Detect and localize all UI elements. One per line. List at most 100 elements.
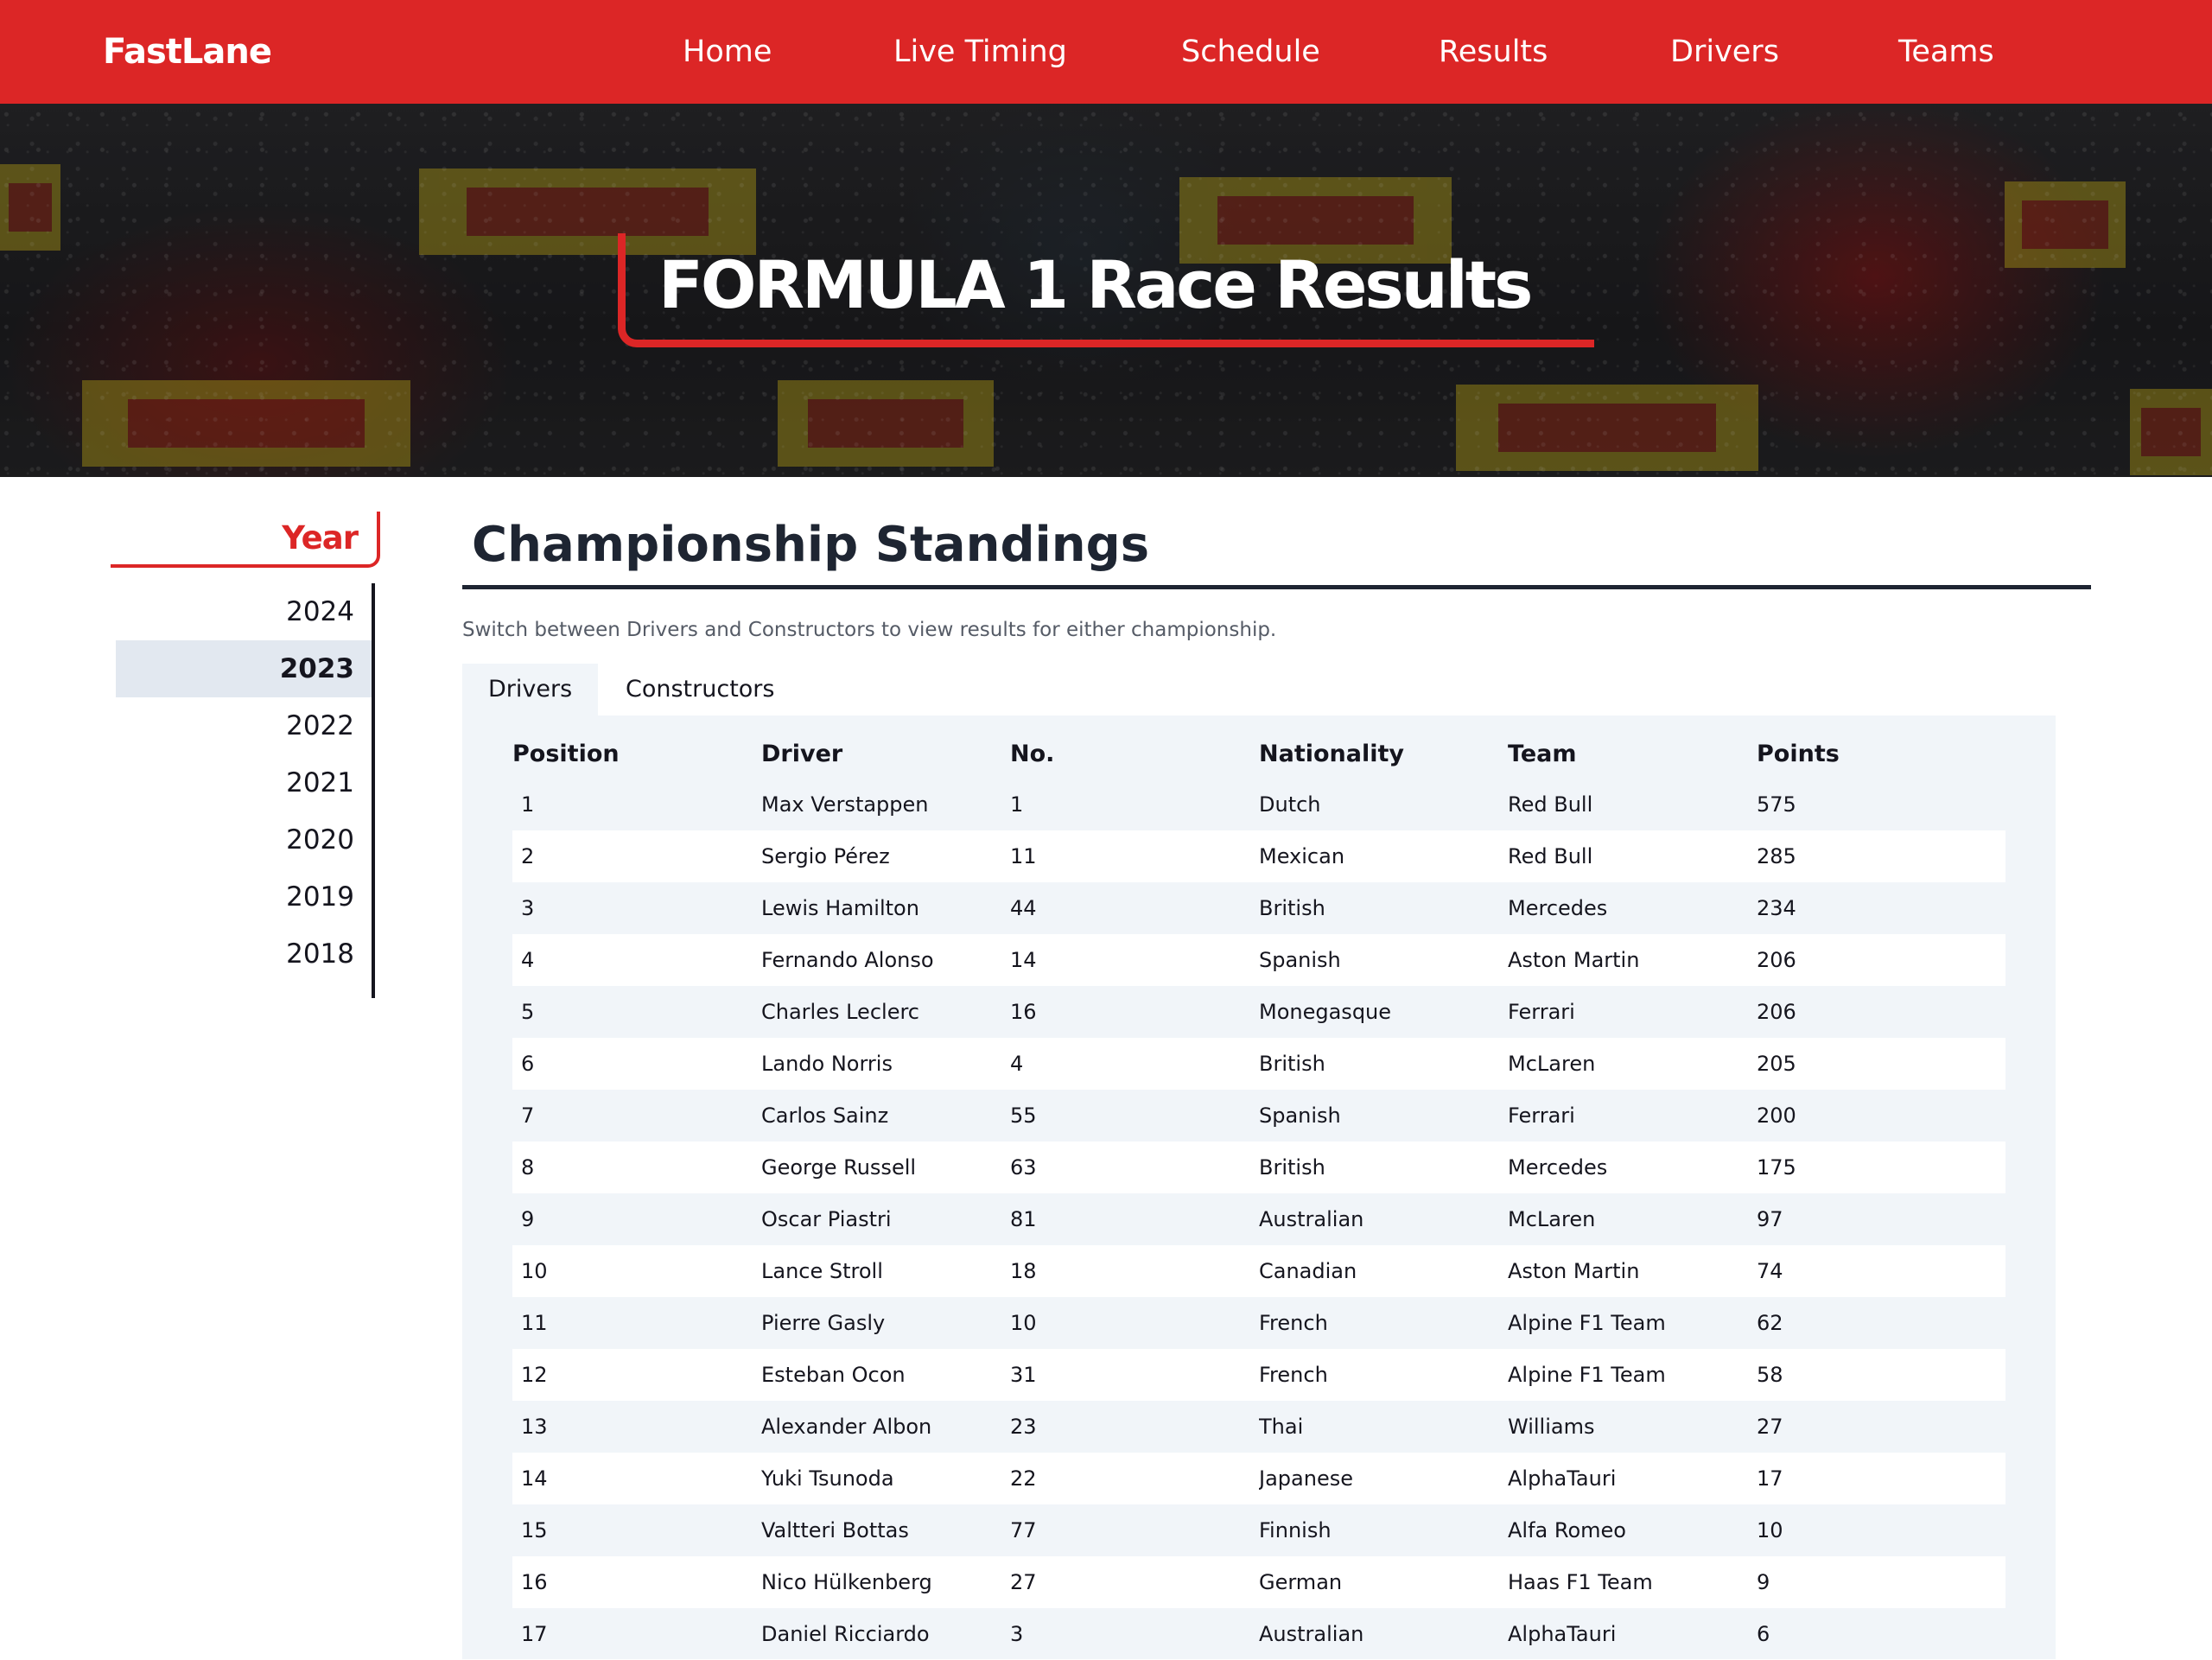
table-row: 6 Lando Norris 4 British McLaren 205 <box>512 1038 2005 1090</box>
cell-team: Williams <box>1508 1415 1595 1439</box>
cell-driver: George Russell <box>761 1155 917 1180</box>
cell-points: 206 <box>1757 1000 1796 1024</box>
year-item-2018[interactable]: 2018 <box>116 925 372 983</box>
cell-driver: Lewis Hamilton <box>761 896 919 920</box>
cell-points: 575 <box>1757 792 1796 817</box>
cell-team: McLaren <box>1508 1207 1596 1231</box>
cell-number: 63 <box>1010 1155 1037 1180</box>
cell-points: 205 <box>1757 1052 1796 1076</box>
brand-logo[interactable]: FastLane <box>103 0 272 104</box>
cell-points: 62 <box>1757 1311 1783 1335</box>
hero-title: FORMULA 1 Race Results <box>658 246 1533 323</box>
cell-points: 6 <box>1757 1622 1770 1646</box>
cell-position: 1 <box>521 792 535 817</box>
cell-team: Ferrari <box>1508 1000 1575 1024</box>
cell-driver: Max Verstappen <box>761 792 929 817</box>
column-header-driver: Driver <box>761 741 843 767</box>
cell-number: 44 <box>1010 896 1037 920</box>
cell-team: Alfa Romeo <box>1508 1518 1626 1542</box>
cell-position: 16 <box>521 1570 548 1594</box>
cell-points: 27 <box>1757 1415 1783 1439</box>
cell-nationality: Monegasque <box>1259 1000 1392 1024</box>
nav-schedule[interactable]: Schedule <box>1181 0 1320 104</box>
year-filter-label: Year <box>282 519 359 557</box>
cell-points: 10 <box>1757 1518 1783 1542</box>
page-title: Championship Standings <box>472 517 1150 573</box>
cell-nationality: Dutch <box>1259 792 1321 817</box>
cell-team: Mercedes <box>1508 896 1608 920</box>
cell-points: 175 <box>1757 1155 1796 1180</box>
cell-position: 4 <box>521 948 535 972</box>
cell-driver: Esteban Ocon <box>761 1363 906 1387</box>
cell-nationality: British <box>1259 896 1325 920</box>
column-header-points: Points <box>1757 741 1840 767</box>
table-row: 9 Oscar Piastri 81 Australian McLaren 97 <box>512 1193 2005 1245</box>
cell-position: 9 <box>521 1207 535 1231</box>
nav-home[interactable]: Home <box>683 0 772 104</box>
cell-number: 14 <box>1010 948 1037 972</box>
title-divider <box>462 585 2091 589</box>
cell-nationality: Spanish <box>1259 948 1341 972</box>
table-row: 7 Carlos Sainz 55 Spanish Ferrari 200 <box>512 1090 2005 1142</box>
cell-position: 13 <box>521 1415 548 1439</box>
cell-nationality: Mexican <box>1259 844 1345 868</box>
top-navigation-bar: FastLane Home Live Timing Schedule Resul… <box>0 0 2212 104</box>
year-item-2023[interactable]: 2023 <box>116 640 372 697</box>
cell-number: 27 <box>1010 1570 1037 1594</box>
cell-position: 10 <box>521 1259 548 1283</box>
nav-results[interactable]: Results <box>1439 0 1548 104</box>
cell-team: AlphaTauri <box>1508 1466 1617 1491</box>
nav-drivers[interactable]: Drivers <box>1670 0 1779 104</box>
cell-team: Red Bull <box>1508 844 1593 868</box>
cell-number: 55 <box>1010 1103 1037 1128</box>
cell-number: 4 <box>1010 1052 1024 1076</box>
table-row: 15 Valtteri Bottas 77 Finnish Alfa Romeo 10 <box>512 1504 2005 1556</box>
column-header-position: Position <box>512 741 620 767</box>
cell-position: 3 <box>521 896 535 920</box>
cell-nationality: Finnish <box>1259 1518 1332 1542</box>
column-header-nationality: Nationality <box>1259 741 1404 767</box>
cell-points: 285 <box>1757 844 1796 868</box>
table-row: 13 Alexander Albon 23 Thai Williams 27 <box>512 1401 2005 1453</box>
cell-position: 7 <box>521 1103 535 1128</box>
year-item-2024[interactable]: 2024 <box>116 583 372 640</box>
cell-driver: Lance Stroll <box>761 1259 883 1283</box>
cell-team: Ferrari <box>1508 1103 1575 1128</box>
cell-number: 18 <box>1010 1259 1037 1283</box>
cell-driver: Fernando Alonso <box>761 948 934 972</box>
cell-driver: Sergio Pérez <box>761 844 890 868</box>
year-item-2019[interactable]: 2019 <box>116 868 372 925</box>
cell-driver: Carlos Sainz <box>761 1103 889 1128</box>
cell-driver: Nico Hülkenberg <box>761 1570 932 1594</box>
nav-teams[interactable]: Teams <box>1898 0 1994 104</box>
year-item-2022[interactable]: 2022 <box>116 697 372 754</box>
cell-team: Alpine F1 Team <box>1508 1311 1666 1335</box>
table-row: 16 Nico Hülkenberg 27 German Haas F1 Team 9 <box>512 1556 2005 1608</box>
cell-driver: Lando Norris <box>761 1052 893 1076</box>
nav-live-timing[interactable]: Live Timing <box>893 0 1067 104</box>
cell-team: Mercedes <box>1508 1155 1608 1180</box>
cell-team: Aston Martin <box>1508 1259 1640 1283</box>
tab-drivers[interactable]: Drivers <box>462 664 599 716</box>
tab-constructors[interactable]: Constructors <box>600 664 800 716</box>
table-row: 4 Fernando Alonso 14 Spanish Aston Martin 206 <box>512 934 2005 986</box>
cell-number: 31 <box>1010 1363 1037 1387</box>
cell-team: Red Bull <box>1508 792 1593 817</box>
cell-driver: Daniel Ricciardo <box>761 1622 930 1646</box>
table-row: 2 Sergio Pérez 11 Mexican Red Bull 285 <box>512 830 2005 882</box>
cell-number: 10 <box>1010 1311 1037 1335</box>
cell-team: McLaren <box>1508 1052 1596 1076</box>
table-row: 10 Lance Stroll 18 Canadian Aston Martin 74 <box>512 1245 2005 1297</box>
cell-number: 3 <box>1010 1622 1024 1646</box>
cell-driver: Charles Leclerc <box>761 1000 919 1024</box>
cell-number: 1 <box>1010 792 1024 817</box>
cell-number: 81 <box>1010 1207 1037 1231</box>
cell-nationality: French <box>1259 1363 1328 1387</box>
cell-position: 11 <box>521 1311 548 1335</box>
table-row: 14 Yuki Tsunoda 22 Japanese AlphaTauri 17 <box>512 1453 2005 1504</box>
table-row: 11 Pierre Gasly 10 French Alpine F1 Team 62 <box>512 1297 2005 1349</box>
year-item-2021[interactable]: 2021 <box>116 754 372 811</box>
cell-team: AlphaTauri <box>1508 1622 1617 1646</box>
cell-number: 16 <box>1010 1000 1037 1024</box>
year-item-2020[interactable]: 2020 <box>116 811 372 868</box>
